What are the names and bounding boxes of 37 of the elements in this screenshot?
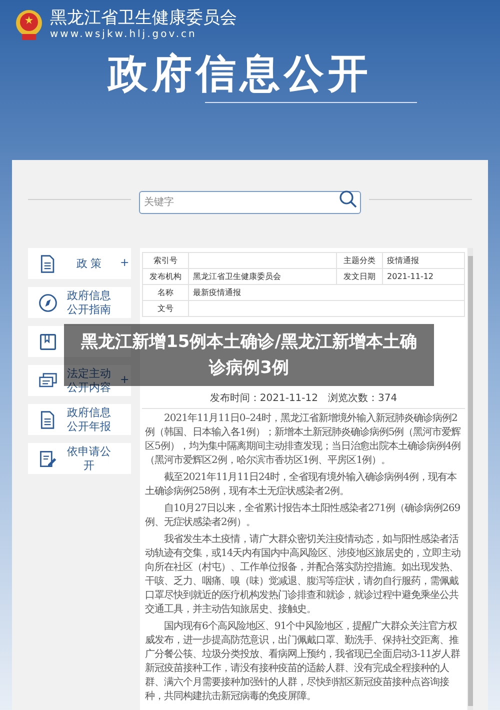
search-icon[interactable] [339, 190, 357, 208]
sidebar-label: 依申请公开 [66, 444, 112, 472]
scrollbar[interactable] [468, 248, 473, 710]
article-paragraph: 截至2021年11月11日24时，全省现有境外输入确诊病例4例，现有本土确诊病例258例，现有本土无症状感染者2例。 [145, 471, 458, 499]
compass-icon [38, 292, 58, 312]
article-paragraph: 我省发生本土疫情，请广大群众密切关注疫情动态，如与阳性感染者活动轨迹有交集，或14天内有国内中高风险区、涉疫地区旅居史的，立即主动向所在社区（村屯）、工作单位报备，并配合落实防控措施。如出现发热、干咳、乏力、咽痛、嗅（味）觉减退、腹泻等症状，请勿自行服药，需佩戴口罩尽快到就近的医疗机构发热门诊排查和就诊，就诊过程中避免乘坐公共交通工具，并主动告知旅居史、接触史。 [145, 533, 462, 617]
table-label: 索引号 [142, 252, 188, 268]
sidebar-label: 政府信息公开指南 [66, 288, 112, 316]
sidebar-item[interactable] [28, 326, 131, 357]
table-label: 文号 [142, 300, 188, 316]
sidebar-item[interactable]: 政府信息公开年报 [28, 404, 131, 435]
article-paragraph: 自10月27日以来，全省累计报告本土阳性感染者271例（确诊病例269例、无症状感染者2例）。 [145, 502, 462, 530]
sidebar-item[interactable]: 政 策 + [28, 248, 131, 279]
article-paragraph: 国内现有6个高风险地区、91个中风险地区，提醒广大群众关注官方权威发布，进一步提高防范意识，出门佩戴口罩、勤洗手、保持社交距离、推广分餐公筷、垃圾分类投放、看病网上预约，我省现已全面启动3-11岁人群新冠疫苗接种工作，请没有接种疫苗的适龄人群、没有完成全程接种的人群、满六个月需要接种加强针的人群，尽快到辖区新冠疫苗接种点咨询接种，共同构建抗击新冠病毒的免疫屏障。 [145, 620, 461, 704]
table-label: 发布机构 [142, 268, 188, 284]
table-label: 发文日期 [336, 268, 383, 284]
form-edit-icon [38, 448, 58, 468]
article-paragraph: 2021年11月11日0–24时，黑龙江省新增境外输入新冠肺炎确诊病例2例（韩国、日本输入各1例）；新增本土新冠肺炎确诊病例5例（黑河市爱辉区5例），均为集中隔离期间主动排查发现；当日治愈出院本土确诊病例4例（黑河市爱辉区2例，哈尔滨市香坊区1例、平房区1例）。 [145, 412, 462, 468]
expand-toggle[interactable]: + [120, 255, 130, 272]
sidebar-label: 政府信息公开年报 [66, 406, 112, 434]
sidebar-item[interactable]: 依申请公开 [28, 443, 131, 474]
emblem-icon [14, 8, 44, 42]
table-label: 名称 [142, 284, 188, 300]
book-icon [38, 332, 58, 352]
site-url: www.wsjkw.hlj.gov.cn [50, 28, 198, 42]
publish-date: 发布时间：2021-11-12 [210, 393, 318, 405]
sidebar-item[interactable]: 政府信息公开指南 [28, 287, 131, 318]
search-field[interactable]: 关键字 [139, 191, 361, 214]
view-count: 浏览次数：374 [328, 393, 398, 405]
table-label: 主题分类 [336, 252, 383, 268]
table-value: 疫情通报 [382, 252, 464, 268]
org-name: 黑龙江省卫生健康委员会 [50, 8, 237, 28]
sidebar-label: 政 策 [75, 256, 103, 270]
table-value: 最新疫情通报 [188, 284, 464, 300]
section-title: 政府信息公开 [108, 50, 372, 98]
table-value: 2021-11-12 [382, 268, 464, 284]
table-value: 黑龙江省卫生健康委员会 [188, 268, 337, 284]
